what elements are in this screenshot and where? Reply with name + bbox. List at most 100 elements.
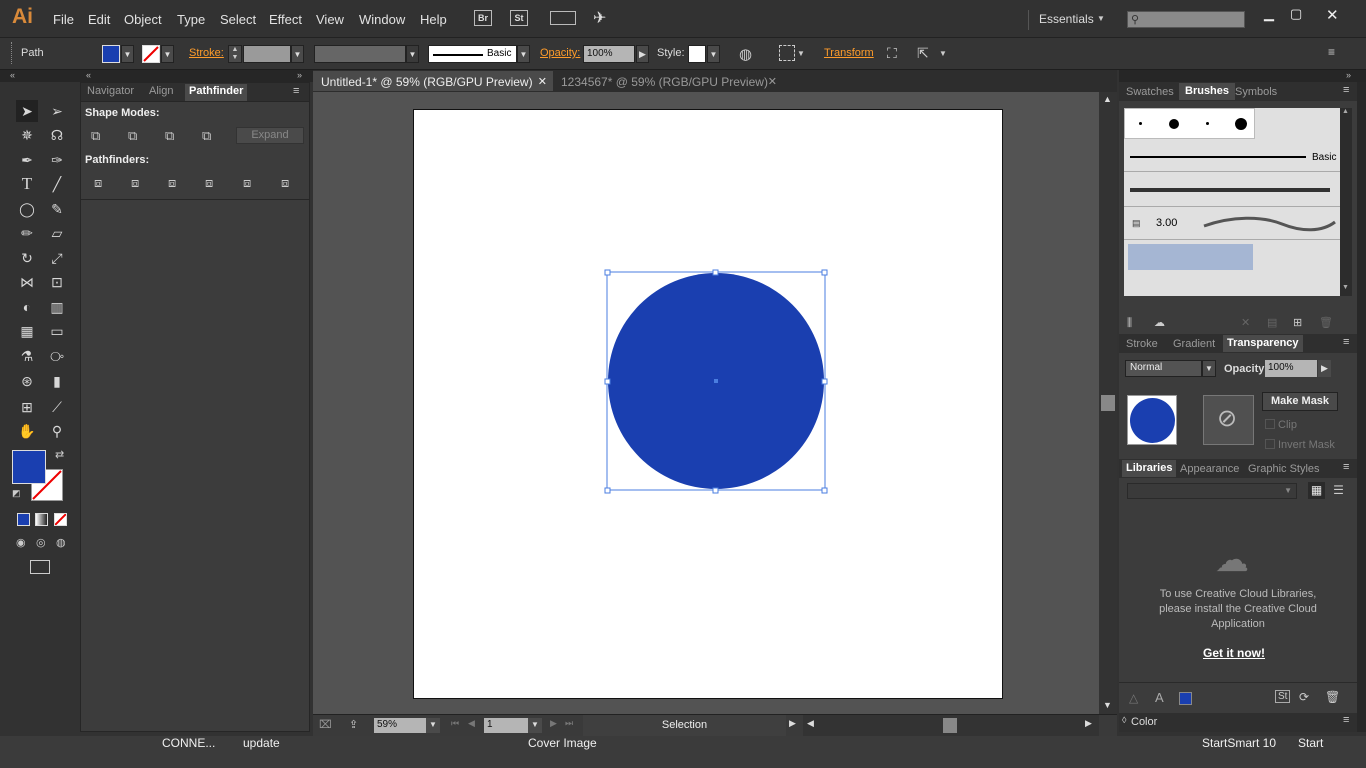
workspace-switcher[interactable]: Essentials xyxy=(1039,12,1094,26)
tab-libraries[interactable]: Libraries xyxy=(1122,460,1177,477)
stroke-weight-stepper[interactable]: ▲ ▼ xyxy=(228,45,242,63)
close-icon[interactable]: ✕ xyxy=(768,75,777,88)
profile-dropdown-icon[interactable]: ▼ xyxy=(406,45,419,63)
collapse-icon[interactable]: « xyxy=(10,70,15,80)
stroke-weight-field[interactable] xyxy=(243,45,291,63)
pattern-brush-row[interactable] xyxy=(1124,241,1340,273)
search-input[interactable]: ⚲ xyxy=(1127,11,1245,28)
symbol-sprayer-tool-icon[interactable]: ⊛ xyxy=(16,370,38,392)
blend-mode-dropdown-icon[interactable]: ▼ xyxy=(1202,360,1216,377)
eyedropper-tool-icon[interactable]: ⚗ xyxy=(16,345,38,367)
minus-front-icon[interactable]: ⧉ xyxy=(128,128,137,144)
add-fill-color-icon[interactable] xyxy=(1179,692,1192,705)
crop-icon[interactable]: ⧈ xyxy=(205,175,213,191)
previous-artboard-icon[interactable]: ◀ xyxy=(468,718,475,729)
isolate-object-icon[interactable]: ⛶ xyxy=(887,45,897,62)
artboard-tool-icon[interactable]: ⊞ xyxy=(16,396,38,418)
ellipse-tool-icon[interactable]: ◯ xyxy=(16,198,38,220)
resize-handle[interactable] xyxy=(821,269,828,276)
menu-file[interactable]: File xyxy=(53,12,74,27)
export-icon[interactable]: ⇪ xyxy=(349,718,358,731)
panel-menu-icon[interactable]: ≡ xyxy=(1343,84,1349,96)
lasso-tool-icon[interactable]: ☊ xyxy=(46,124,68,146)
column-graph-tool-icon[interactable]: ▮ xyxy=(46,370,68,392)
trim-icon[interactable]: ⧈ xyxy=(131,175,139,191)
more-options-dropdown-icon[interactable]: ▼ xyxy=(939,49,947,58)
screen-mode-icon[interactable] xyxy=(30,560,50,574)
tab-pathfinder[interactable]: Pathfinder xyxy=(185,84,248,101)
outline-icon[interactable]: ⧈ xyxy=(243,175,251,191)
fill-dropdown-icon[interactable]: ▼ xyxy=(121,45,134,63)
draw-inside-icon[interactable]: ◍ xyxy=(56,536,66,549)
tab-symbols[interactable]: Symbols xyxy=(1235,84,1277,101)
transform-again-icon[interactable]: ⇱ xyxy=(917,45,929,62)
eraser-tool-icon[interactable]: ▱ xyxy=(46,222,68,244)
expand-icon[interactable]: » xyxy=(297,70,302,80)
tab-swatches[interactable]: Swatches xyxy=(1126,84,1174,101)
menu-window[interactable]: Window xyxy=(359,12,405,27)
align-to-icon[interactable] xyxy=(779,45,795,61)
opacity-arrow-icon[interactable]: ▶ xyxy=(636,45,649,63)
first-artboard-icon[interactable]: ⏮ xyxy=(451,718,459,729)
panel-menu-icon[interactable]: ≡ xyxy=(1328,45,1335,59)
panel-menu-icon[interactable]: ≡ xyxy=(1343,714,1349,726)
scroll-right-icon[interactable]: ▶ xyxy=(1085,718,1092,729)
panel-menu-icon[interactable]: ≡ xyxy=(1343,336,1349,348)
minimize-icon[interactable]: ▁ xyxy=(1264,6,1274,22)
resize-handle[interactable] xyxy=(604,378,611,385)
resize-handle[interactable] xyxy=(712,269,719,276)
menu-type[interactable]: Type xyxy=(177,12,205,27)
gradient-mode-icon[interactable] xyxy=(35,513,48,526)
rotate-tool-icon[interactable]: ↻ xyxy=(16,247,38,269)
slice-tool-icon[interactable]: ⟋ xyxy=(46,396,68,418)
resize-handle[interactable] xyxy=(604,487,611,494)
brush-dropdown-icon[interactable]: ▼ xyxy=(517,45,530,63)
circle-selection[interactable] xyxy=(600,265,835,500)
taskbar-item-startsmart[interactable]: StartSmart 10 xyxy=(1202,736,1276,750)
stroke-weight-dropdown-icon[interactable]: ▼ xyxy=(291,45,304,63)
brush-dot-icon[interactable] xyxy=(1169,119,1179,129)
zoom-field[interactable]: 59% xyxy=(374,718,426,733)
doc-tab-untitled[interactable]: Untitled-1* @ 59% (RGB/GPU Preview) ✕ xyxy=(313,71,553,91)
sync-icon[interactable]: ⟳ xyxy=(1299,690,1309,704)
invert-mask-checkbox[interactable] xyxy=(1265,439,1275,449)
basic-brush-row[interactable]: Basic xyxy=(1124,142,1340,172)
scroll-down-icon[interactable]: ▼ xyxy=(1103,700,1112,710)
charcoal-brush-row[interactable] xyxy=(1124,173,1340,207)
tab-navigator[interactable]: Navigator xyxy=(87,84,134,101)
align-dropdown-icon[interactable]: ▼ xyxy=(797,49,805,58)
brush-options-icon[interactable]: ▤ xyxy=(1267,316,1277,329)
add-character-style-icon[interactable]: A xyxy=(1155,690,1164,705)
clip-checkbox[interactable] xyxy=(1265,419,1275,429)
collapse-icon[interactable]: « xyxy=(86,70,91,80)
scale-tool-icon[interactable]: ⤢ xyxy=(46,247,68,269)
brush-library-list[interactable]: Basic ▤ 3.00 xyxy=(1124,108,1340,296)
horizontal-scrollbar[interactable]: ◀ ▶ xyxy=(803,715,1099,736)
minus-back-icon[interactable]: ⧈ xyxy=(281,175,289,191)
color-panel-toggle-icon[interactable]: ◊ xyxy=(1122,715,1126,725)
zoom-tool-icon[interactable]: ⚲ xyxy=(46,420,68,442)
brush-definition[interactable]: Basic xyxy=(428,45,517,63)
add-graphic-icon[interactable]: △ xyxy=(1129,691,1138,705)
stroke-swatch-dropdown-icon[interactable]: ▼ xyxy=(161,45,174,63)
close-icon[interactable]: ✕ xyxy=(538,75,547,88)
tab-color[interactable]: Color xyxy=(1131,714,1157,731)
tab-align[interactable]: Align xyxy=(149,84,173,101)
artboard-dropdown-icon[interactable]: ▼ xyxy=(528,718,542,733)
artboard-number-field[interactable]: 1 xyxy=(484,718,528,733)
tab-transparency[interactable]: Transparency xyxy=(1223,335,1303,352)
make-mask-button[interactable]: Make Mask xyxy=(1262,392,1338,411)
close-icon[interactable]: ✕ xyxy=(1326,6,1339,24)
menu-view[interactable]: View xyxy=(316,12,344,27)
last-artboard-icon[interactable]: ⏭ xyxy=(565,718,573,729)
opacity-arrow-icon[interactable]: ▶ xyxy=(1318,360,1331,377)
draw-behind-icon[interactable]: ◎ xyxy=(36,536,46,549)
pen-tool-icon[interactable]: ✒ xyxy=(16,149,38,171)
blend-mode-select[interactable]: Normal xyxy=(1125,360,1202,377)
tab-brushes[interactable]: Brushes xyxy=(1179,83,1236,100)
zoom-dropdown-icon[interactable]: ▼ xyxy=(426,718,440,733)
object-thumbnail[interactable] xyxy=(1127,395,1177,445)
next-artboard-icon[interactable]: ▶ xyxy=(550,718,557,729)
free-transform-tool-icon[interactable]: ⊡ xyxy=(46,271,68,293)
taskbar-item-cover-image[interactable]: Cover Image xyxy=(528,736,597,750)
